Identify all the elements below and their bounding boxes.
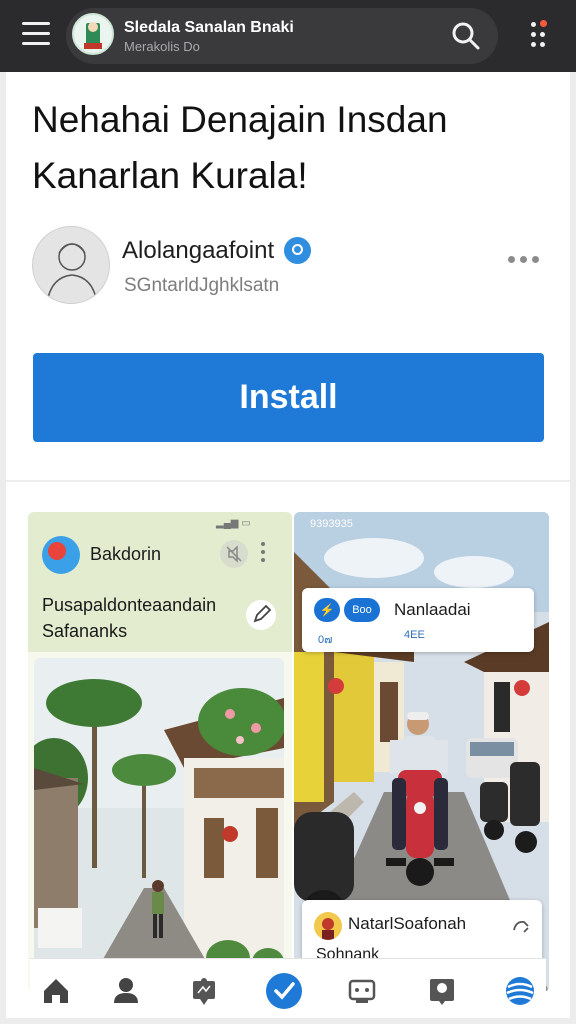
globe-icon[interactable] [500,969,540,1013]
developer-avatar[interactable] [32,226,110,304]
menu-icon-line [22,22,50,25]
screenshot-gallery[interactable]: ▂▄▆ ▭ Bakdorin Pusapaldonteaandain Safan… [6,482,570,1024]
overlay-card-top[interactable]: ⚡ Boo Nanlaadai 0๗ 4EE [302,588,534,652]
notification-dot [540,20,547,27]
overlay-card-title: NatarlSoafonah [348,914,467,933]
profile-icon[interactable] [106,969,146,1013]
refresh-icon[interactable] [510,916,532,938]
mute-icon[interactable] [220,540,248,568]
more-options-icon[interactable] [506,248,542,268]
chip-bolt[interactable]: ⚡ [314,598,340,622]
developer-handle: SGntarldJghklsatn [124,275,280,296]
overlay-card-meta: 4EE [404,629,425,641]
status-bar: ▂▄▆ ▭ [216,518,251,529]
app-listing-card: Nehahai Denajain Insdan Kanarlan Kurala!… [6,72,570,480]
kebab-dot [531,32,536,37]
screenshot-card-1[interactable]: ▂▄▆ ▭ Bakdorin Pusapaldonteaandain Safan… [28,512,292,992]
check-icon[interactable] [264,969,304,1013]
app-subtitle: Merakolis Do [124,39,200,54]
kebab-dot [531,42,536,47]
message-icon[interactable] [342,969,382,1013]
screenshot-title-line: Safananks [42,621,128,641]
verified-badge-icon [284,237,311,264]
kebab-dot [531,22,536,27]
menu-icon-line [22,32,50,35]
bottom-navigation [30,958,546,1024]
app-title: Sledala Sanalan Bnaki [124,19,294,36]
edit-icon[interactable] [246,600,276,630]
kebab-dot [540,32,545,37]
app-logo-icon [72,13,114,55]
app-logo-icon [42,536,80,574]
screenshot-app-name: Bakdorin [90,544,162,564]
village-street-photo [34,658,284,992]
more-vertical-icon[interactable] [524,18,552,54]
menu-button[interactable] [22,22,50,48]
profile-icon [314,912,342,940]
chat-icon[interactable] [184,969,224,1013]
overlay-card-title: Nanlaadai [394,600,471,619]
more-vertical-icon[interactable] [260,542,266,566]
screenshot-card-2[interactable]: 9393935 ⚡ Boo Nanlaadai 0๗ 4EE NatarlSoa… [294,512,549,992]
chip-label[interactable]: Boo [344,598,380,622]
status-bar: 9393935 [310,518,353,530]
system-nav-strip [0,1018,576,1024]
home-icon[interactable] [36,969,76,1013]
app-title-pill[interactable]: Sledala Sanalan Bnaki Merakolis Do [66,8,498,64]
install-button[interactable]: Install [33,353,544,442]
overlay-card-meta: 0๗ [318,634,333,646]
menu-icon-line [22,42,50,45]
screenshot-title-line: Pusapaldonteaandain [42,595,217,615]
listing-headline: Nehahai Denajain Insdan Kanarlan Kurala! [32,99,448,196]
developer-name[interactable]: Alolangaafoint [122,237,274,265]
location-icon[interactable] [422,969,462,1013]
top-app-bar: Sledala Sanalan Bnaki Merakolis Do [0,0,576,72]
screenshot-title: Pusapaldonteaandain Safananks [42,592,252,644]
kebab-dot [540,42,545,47]
search-icon[interactable] [450,20,482,52]
